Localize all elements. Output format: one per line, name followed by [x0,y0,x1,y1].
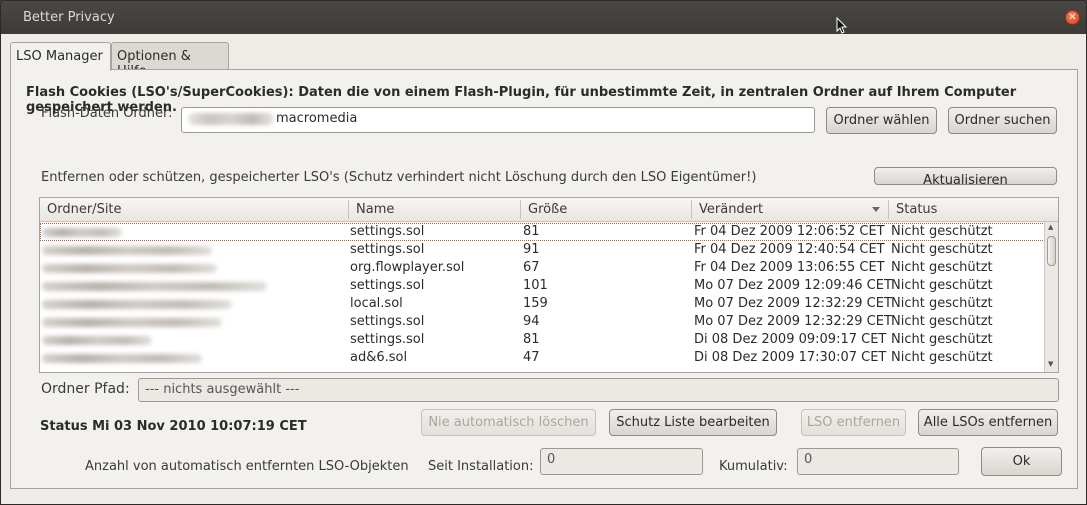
cell-size: 67 [523,260,540,275]
table-row[interactable]: settings.sol 81 Di 08 Dez 2009 09:09:17 … [40,331,1045,349]
cell-name: settings.sol [350,314,425,329]
column-header-size[interactable]: Größe [528,202,567,217]
column-header-modified[interactable]: Verändert [699,202,763,217]
blurred-site [42,246,212,255]
auto-removed-count-label: Anzahl von automatisch entfernten LSO-Ob… [85,459,409,474]
cell-status: Nicht geschützt [891,296,993,311]
cell-name: settings.sol [350,332,425,347]
cell-size: 94 [523,314,540,329]
column-separator [520,200,521,219]
since-install-label: Seit Installation: [428,459,534,474]
table-row[interactable]: settings.sol 91 Fr 04 Dez 2009 12:40:54 … [40,241,1045,259]
status-text: Status Mi 03 Nov 2010 10:07:19 CET [40,419,307,434]
refresh-button[interactable]: Aktualisieren [874,167,1057,185]
folder-path-label: Ordner Pfad: [41,381,130,397]
better-privacy-window: Better Privacy ✕ LSO Manager Optionen & … [0,0,1087,505]
column-header-status[interactable]: Status [896,202,937,217]
tab-lso-manager[interactable]: LSO Manager [10,42,111,71]
table-row[interactable]: settings.sol 81 Fr 04 Dez 2009 12:06:52 … [40,223,1045,241]
column-separator [691,200,692,219]
lso-table[interactable]: Ordner/Site Name Größe Verändert Status … [39,197,1059,373]
cumulative-field: 0 [797,448,959,475]
cell-modified: Mo 07 Dez 2009 12:32:29 CET [694,314,892,329]
cursor-arrow-icon [836,17,848,34]
cell-status: Nicht geschützt [891,314,993,329]
blurred-site [42,336,152,345]
title-bar[interactable]: Better Privacy ✕ [1,1,1086,34]
never-delete-button[interactable]: Nie automatisch löschen [421,409,596,436]
cell-modified: Mo 07 Dez 2009 12:32:29 CET [694,296,892,311]
cell-modified: Fr 04 Dez 2009 12:40:54 CET [694,242,885,257]
cell-size: 91 [523,242,540,257]
scroll-thumb[interactable] [1047,236,1056,266]
cell-size: 159 [523,296,548,311]
table-row[interactable]: settings.sol 94 Mo 07 Dez 2009 12:32:29 … [40,313,1045,331]
close-icon[interactable]: ✕ [1065,10,1080,25]
choose-folder-button[interactable]: Ordner wählen [826,107,937,134]
window-title: Better Privacy [23,10,115,25]
scroll-up-icon[interactable]: ▲ [1048,223,1053,231]
folder-path-field: --- nichts ausgewählt --- [138,378,1059,402]
table-row[interactable]: org.flowplayer.sol 67 Fr 04 Dez 2009 13:… [40,259,1045,277]
cell-name: org.flowplayer.sol [350,260,465,275]
cell-modified: Mo 07 Dez 2009 12:09:46 CET [694,278,892,293]
table-scrollbar[interactable]: ▲ ▼ [1044,222,1058,372]
column-header-site[interactable]: Ordner/Site [47,202,122,217]
ok-button[interactable]: Ok [981,447,1062,476]
table-row[interactable]: local.sol 159 Mo 07 Dez 2009 12:32:29 CE… [40,295,1045,313]
since-install-field: 0 [540,448,703,475]
table-row[interactable]: settings.sol 101 Mo 07 Dez 2009 12:09:46… [40,277,1045,295]
column-separator [888,200,889,219]
cell-name: settings.sol [350,224,425,239]
cell-size: 47 [523,350,540,365]
cell-status: Nicht geschützt [891,260,993,275]
scroll-down-icon[interactable]: ▼ [1048,360,1053,368]
remove-protect-label: Entfernen oder schützen, gespeicherter L… [41,170,757,185]
blurred-site [42,282,267,291]
cell-status: Nicht geschützt [891,224,993,239]
flash-folder-field[interactable]: macromedia [181,107,815,133]
remove-all-lsos-button[interactable]: Alle LSOs entfernen [918,409,1058,436]
cell-name: local.sol [350,296,403,311]
table-row[interactable]: ad&6.sol 47 Di 08 Dez 2009 17:30:07 CET … [40,349,1045,367]
cell-modified: Fr 04 Dez 2009 13:06:55 CET [694,260,885,275]
tab-options-help[interactable]: Optionen & Hilfe [111,42,229,79]
cell-name: settings.sol [350,278,425,293]
cell-size: 101 [523,278,548,293]
blurred-path [188,112,274,125]
cell-size: 81 [523,332,540,347]
cell-status: Nicht geschützt [891,242,993,257]
flash-folder-label: Flash-Daten Ordner: [41,106,173,121]
cell-name: ad&6.sol [350,350,408,365]
flash-folder-value: macromedia [276,111,358,126]
cell-status: Nicht geschützt [891,350,993,365]
cell-modified: Fr 04 Dez 2009 12:06:52 CET [694,224,885,239]
column-header-name[interactable]: Name [356,202,394,217]
remove-lso-button[interactable]: LSO entfernen [801,409,906,436]
cell-name: settings.sol [350,242,425,257]
table-header: Ordner/Site Name Größe Verändert Status [40,198,1058,222]
blurred-site [42,264,217,273]
search-folder-button[interactable]: Ordner suchen [948,107,1057,134]
blurred-site [42,228,122,237]
cell-modified: Di 08 Dez 2009 17:30:07 CET [694,350,887,365]
cell-status: Nicht geschützt [891,278,993,293]
edit-protection-list-button[interactable]: Schutz Liste bearbeiten [609,409,777,436]
sort-descending-icon [872,207,880,212]
cell-status: Nicht geschützt [891,332,993,347]
cell-modified: Di 08 Dez 2009 09:09:17 CET [694,332,887,347]
blurred-site [42,354,202,363]
blurred-site [42,300,232,309]
cell-size: 81 [523,224,540,239]
blurred-site [42,318,222,327]
column-separator [348,200,349,219]
cumulative-label: Kumulativ: [719,459,788,474]
